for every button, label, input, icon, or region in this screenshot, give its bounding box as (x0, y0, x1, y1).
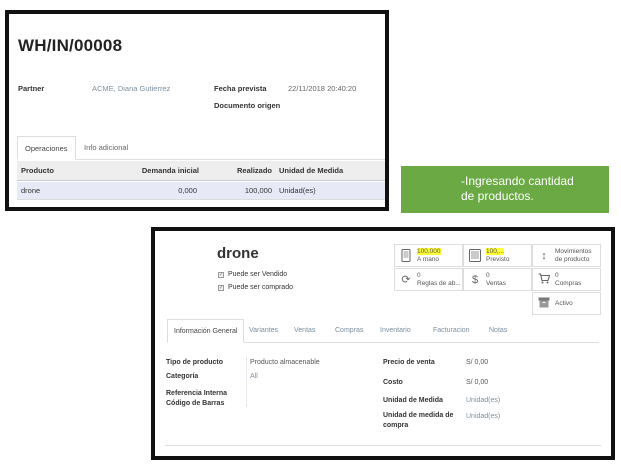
callout-line-1: -Ingresando cantidad (461, 174, 574, 188)
cell-done[interactable]: 100,000 (245, 182, 272, 200)
tab-inventory[interactable]: Inventario (374, 319, 417, 343)
column-header-done[interactable]: Realizado (237, 161, 272, 181)
receipt-form-panel: WH/IN/00008 Partner ACME, Diana Gutierre… (5, 10, 389, 211)
purchases-caption: Compras (555, 280, 582, 287)
uom-field[interactable]: Unidad(es) (466, 396, 500, 405)
product-moves-smart-button[interactable]: ↕ Movimientos de producto (532, 244, 601, 267)
can-be-purchased-checkbox-row[interactable]: ✓ Puede ser comprado (218, 284, 293, 291)
product-type-label: Tipo de producto (166, 359, 224, 366)
tab-invoicing[interactable]: Facturacion (427, 319, 476, 343)
reordering-rules-smart-button[interactable]: ⟳ 0 Reglas de ab... (394, 268, 463, 291)
can-be-sold-checkbox-row[interactable]: ✓ Puede ser Vendido (218, 271, 287, 278)
purchase-uom-field[interactable]: Unidad(es) (466, 412, 500, 421)
category-field[interactable]: All (250, 372, 258, 381)
tablet-icon (468, 249, 482, 263)
uom-label: Unidad de Medida (383, 397, 443, 404)
tab-additional-info[interactable]: Info adicional (77, 136, 135, 160)
active-caption: Activo (555, 300, 573, 307)
forecast-smart-button[interactable]: 100,... Previsto (463, 244, 532, 267)
scheduled-date-label: Fecha prevista (214, 84, 267, 93)
can-be-sold-label: Puede ser Vendido (228, 271, 288, 278)
barcode-label: Código de Barras (166, 400, 225, 407)
sale-price-field[interactable]: S/ 0,00 (466, 358, 488, 367)
receipt-reference-title: WH/IN/00008 (18, 36, 123, 55)
updown-arrow-icon: ↕ (541, 250, 547, 262)
reordering-rules-caption: Reglas de ab... (417, 280, 461, 287)
sales-count: 0 (486, 272, 490, 279)
mobile-icon (399, 249, 413, 263)
cell-uom: Unidad(es) (279, 186, 316, 195)
receipt-tabs: Operaciones Info adicional (17, 136, 385, 160)
category-label: Categoría (166, 373, 199, 380)
reordering-rules-count: 0 (417, 272, 421, 279)
forecast-quantity: 100,... (486, 248, 505, 255)
source-document-label: Documento origen (214, 101, 281, 110)
active-toggle-button[interactable]: Activo (532, 292, 601, 315)
scheduled-date-field[interactable]: 22/11/2018 20:40:20 (288, 84, 356, 93)
operations-table-header: Producto Demanda inicial Realizado Unida… (17, 161, 385, 181)
tab-notes[interactable]: Notas (483, 319, 513, 343)
product-moves-line-1: Movimientos (555, 248, 592, 255)
field-separator (246, 357, 247, 407)
archive-icon (537, 297, 551, 311)
can-be-sold-checkbox[interactable]: ✓ (218, 271, 224, 278)
column-header-uom[interactable]: Unidad de Medida (279, 161, 343, 181)
product-type-field[interactable]: Producto almacenable (250, 358, 320, 367)
tab-variants[interactable]: Variantes (243, 319, 284, 343)
cost-label: Costo (383, 379, 403, 386)
purchases-smart-button[interactable]: 0 Compras (532, 268, 601, 291)
column-header-product[interactable]: Producto (21, 161, 54, 181)
purchase-uom-label-line-1: Unidad de medida de (383, 412, 454, 419)
partner-label: Partner (18, 84, 45, 93)
annotation-callout: -Ingresando cantidad de productos. (401, 166, 609, 213)
on-hand-smart-button[interactable]: 100,000 A mano (394, 244, 463, 267)
cell-initial-demand: 0,000 (178, 186, 197, 195)
column-header-initial-demand[interactable]: Demanda inicial (142, 161, 199, 181)
cell-product: drone (21, 186, 41, 195)
sales-smart-button[interactable]: $ 0 Ventas (463, 268, 532, 291)
forecast-caption: Previsto (486, 256, 510, 263)
table-row[interactable]: drone 0,000 100,000 Unidad(es) (17, 182, 385, 200)
dollar-icon: $ (471, 274, 479, 286)
purchases-count: 0 (555, 272, 559, 279)
tab-sales[interactable]: Ventas (288, 319, 321, 343)
product-form-panel: drone ✓ Puede ser Vendido ✓ Puede ser co… (151, 227, 615, 460)
tab-general-information[interactable]: Información General (167, 319, 245, 343)
purchase-uom-label-line-2: compra (383, 422, 409, 429)
tab-operations[interactable]: Operaciones (17, 136, 76, 160)
can-be-purchased-checkbox[interactable]: ✓ (218, 284, 224, 291)
callout-line-2: de productos. (461, 189, 534, 203)
can-be-purchased-label: Puede ser comprado (228, 284, 293, 291)
bottom-divider (165, 445, 601, 446)
product-name-title[interactable]: drone (217, 245, 259, 262)
product-moves-line-2: de producto (555, 256, 590, 263)
partner-field[interactable]: ACME, Diana Gutierrez (92, 84, 170, 93)
sales-caption: Ventas (486, 280, 506, 287)
cost-field[interactable]: S/ 0,00 (466, 378, 488, 387)
cart-icon (537, 273, 551, 287)
tab-purchases[interactable]: Compras (329, 319, 369, 343)
internal-reference-label: Referencia Interna (166, 390, 228, 397)
on-hand-caption: A mano (417, 256, 440, 263)
refresh-icon: ⟳ (401, 274, 411, 286)
sale-price-label: Precio de venta (383, 359, 435, 366)
product-notebook-tabs: Información General Variantes Ventas Com… (167, 319, 599, 343)
on-hand-quantity: 100,000 (417, 248, 441, 255)
